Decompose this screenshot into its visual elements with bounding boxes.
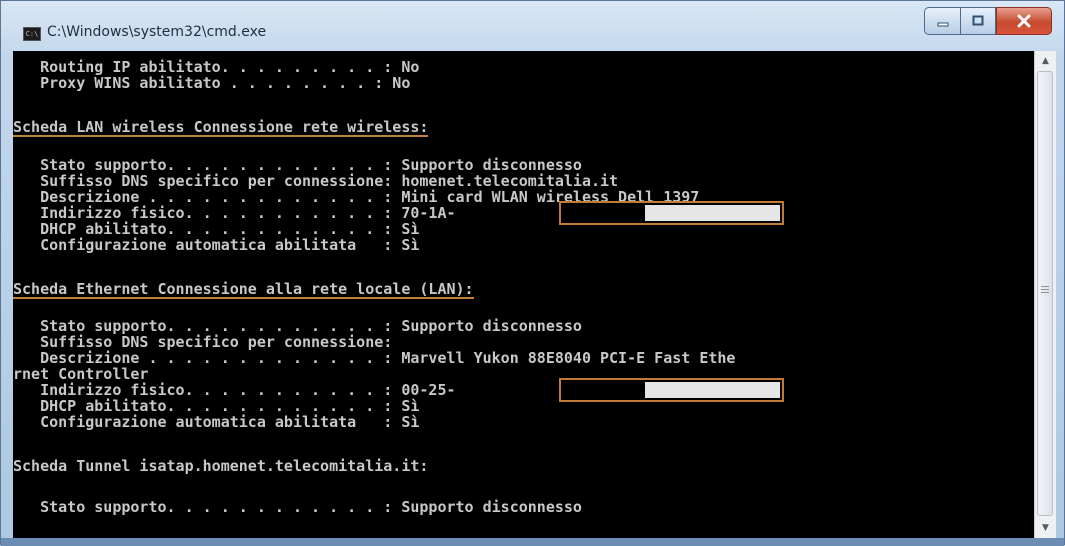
console-line: Stato supporto. . . . . . . . . . . . : …	[13, 317, 582, 335]
window-title: C:\Windows\system32\cmd.exe	[47, 24, 267, 40]
scroll-grip-icon	[1041, 286, 1049, 294]
cmd-window: C:\ C:\Windows\system32\cmd.exe Routing …	[0, 0, 1065, 546]
scroll-thumb[interactable]	[1037, 71, 1053, 516]
minimize-icon	[937, 22, 948, 27]
console-line: Stato supporto. . . . . . . . . . . . : …	[13, 498, 582, 516]
vertical-scrollbar[interactable]: ▲ ▼	[1034, 51, 1056, 538]
section-heading-wireless: Scheda LAN wireless Connessione rete wir…	[13, 118, 429, 137]
maximize-button[interactable]	[960, 7, 996, 35]
console-line: Routing IP abilitato. . . . . . . . . : …	[13, 58, 420, 76]
mac-address-redaction	[645, 382, 780, 398]
section-heading-ethernet: Scheda Ethernet Connessione alla rete lo…	[13, 280, 474, 299]
console-line: Configurazione automatica abilitata : Sì	[13, 236, 420, 254]
console-line: Proxy WINS abilitato . . . . . . . . : N…	[13, 74, 411, 92]
console-line: DHCP abilitato. . . . . . . . . . . . : …	[13, 220, 420, 238]
console-line: Descrizione . . . . . . . . . . . . . : …	[13, 349, 736, 367]
maximize-icon	[972, 15, 984, 26]
mac-address-redaction	[645, 205, 780, 221]
minimize-button[interactable]	[924, 7, 960, 35]
close-button[interactable]	[996, 7, 1052, 35]
console-line: rnet Controller	[13, 365, 149, 383]
console-line: Indirizzo fisico. . . . . . . . . . . : …	[13, 204, 456, 222]
console-output[interactable]: Routing IP abilitato. . . . . . . . . : …	[13, 51, 1034, 538]
section-heading-tunnel: Scheda Tunnel isatap.homenet.telecomital…	[13, 457, 429, 475]
title-bar[interactable]: C:\ C:\Windows\system32\cmd.exe	[1, 1, 1064, 51]
mac-address-highlight-wireless	[559, 201, 784, 225]
cmd-icon: C:\	[23, 27, 41, 41]
mac-address-highlight-ethernet	[559, 378, 784, 402]
scroll-down-arrow-icon[interactable]: ▼	[1035, 518, 1056, 538]
window-controls	[924, 7, 1052, 35]
console-line: Indirizzo fisico. . . . . . . . . . . : …	[13, 381, 456, 399]
console-line: Configurazione automatica abilitata : Sì	[13, 413, 420, 431]
console-line: Stato supporto. . . . . . . . . . . . : …	[13, 156, 582, 174]
console-line: Suffisso DNS specifico per connessione:	[13, 333, 393, 351]
console-line: DHCP abilitato. . . . . . . . . . . . : …	[13, 397, 420, 415]
scroll-up-arrow-icon[interactable]: ▲	[1035, 51, 1056, 71]
console-line: Suffisso DNS specifico per connessione: …	[13, 172, 619, 190]
close-icon	[1017, 14, 1031, 28]
